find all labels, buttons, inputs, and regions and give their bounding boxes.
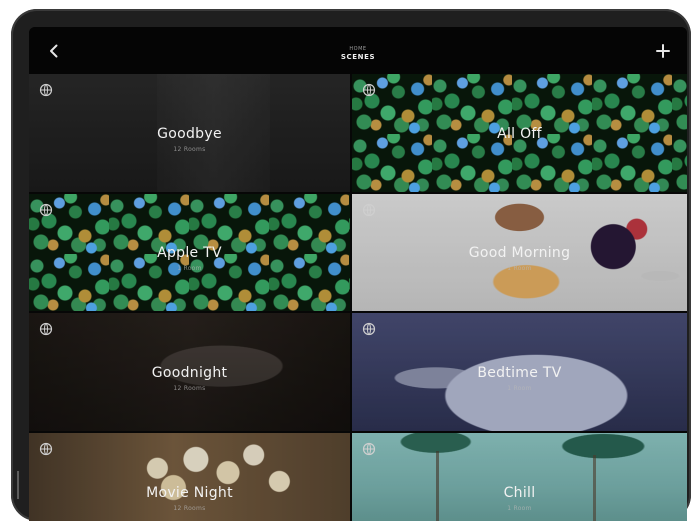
scene-tile-movie-night[interactable]: Movie Night 12 Rooms (29, 433, 350, 521)
scene-rooms: 12 Rooms (173, 146, 206, 153)
scene-tile-goodbye[interactable]: Goodbye 12 Rooms (29, 74, 350, 192)
scene-name: Apple TV (157, 245, 222, 261)
scene-name: All Off (497, 126, 542, 142)
scene-rooms: 1 Room (507, 265, 532, 272)
scenes-grid: Goodbye 12 Rooms All Off Apple TV 1 Room… (29, 74, 687, 521)
scene-name: Goodnight (151, 365, 228, 381)
app-screen: HOME SCENES Goodbye 12 Rooms All Off App… (29, 27, 687, 521)
scene-rooms: 1 Room (177, 265, 202, 272)
globe-icon (362, 321, 376, 336)
globe-icon (39, 321, 53, 336)
home-indicator (17, 471, 19, 499)
scene-rooms: 1 Room (507, 505, 532, 512)
scene-name: Good Morning (468, 245, 571, 261)
scene-name: Chill (503, 485, 536, 501)
scene-name: Movie Night (146, 485, 233, 501)
globe-icon (39, 441, 53, 456)
scene-name: Bedtime TV (477, 365, 562, 381)
scene-name: Goodbye (157, 126, 222, 142)
plus-icon[interactable] (653, 41, 673, 61)
top-bar: HOME SCENES (29, 27, 687, 74)
globe-icon (362, 82, 376, 97)
scene-rooms: 12 Rooms (173, 385, 206, 392)
tablet-frame: HOME SCENES Goodbye 12 Rooms All Off App… (11, 9, 691, 521)
globe-icon (39, 82, 53, 97)
globe-icon (362, 202, 376, 217)
scene-tile-all-off[interactable]: All Off (352, 74, 687, 192)
scene-rooms: 1 Room (507, 385, 532, 392)
scene-tile-apple-tv[interactable]: Apple TV 1 Room (29, 194, 350, 311)
globe-icon (362, 441, 376, 456)
scene-tile-chill[interactable]: Chill 1 Room (352, 433, 687, 521)
scene-tile-good-morning[interactable]: Good Morning 1 Room (352, 194, 687, 311)
breadcrumb: HOME (349, 46, 367, 52)
scene-rooms: 12 Rooms (173, 505, 206, 512)
scene-tile-bedtime-tv[interactable]: Bedtime TV 1 Room (352, 313, 687, 431)
globe-icon (39, 202, 53, 217)
scene-tile-goodnight[interactable]: Goodnight 12 Rooms (29, 313, 350, 431)
page-title: SCENES (340, 53, 376, 61)
